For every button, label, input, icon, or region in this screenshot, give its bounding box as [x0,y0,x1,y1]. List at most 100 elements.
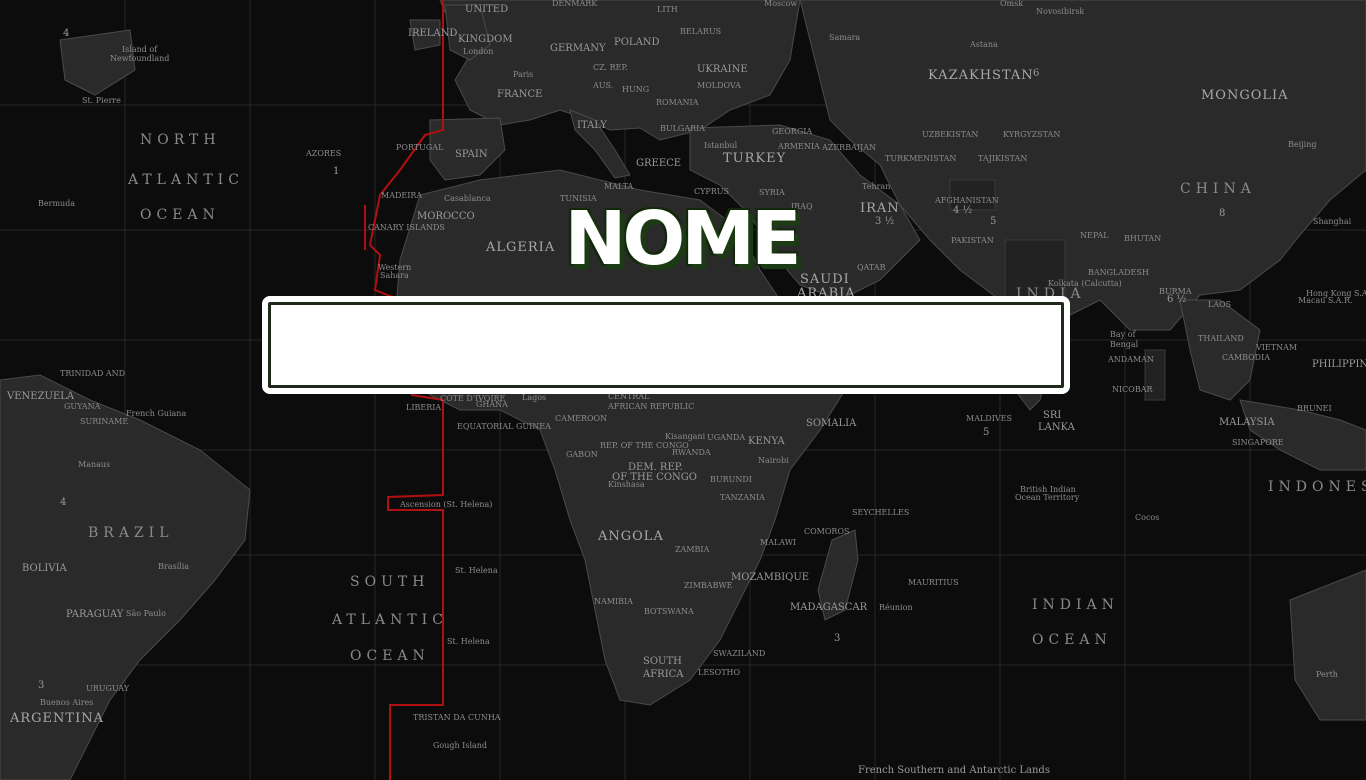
svg-text:RWANDA: RWANDA [672,448,711,457]
svg-text:NAMIBIA: NAMIBIA [594,597,633,606]
svg-text:Gough Island: Gough Island [433,741,487,750]
svg-text:St. Helena: St. Helena [447,637,490,646]
name-input[interactable] [262,296,1070,394]
svg-text:MOROCCO: MOROCCO [417,211,475,222]
svg-text:POLAND: POLAND [614,37,660,48]
svg-text:NICOBAR: NICOBAR [1112,385,1153,394]
svg-text:UNITED: UNITED [465,4,508,15]
svg-text:PORTUGAL: PORTUGAL [396,143,444,152]
title-banner: NOME [564,200,801,278]
svg-text:MOZAMBIQUE: MOZAMBIQUE [731,572,809,583]
svg-text:LESOTHO: LESOTHO [698,668,741,677]
svg-text:BOTSWANA: BOTSWANA [644,607,694,616]
svg-text:INDIAN: INDIAN [1032,597,1119,613]
svg-text:TURKEY: TURKEY [723,151,786,166]
svg-text:EQUATORIAL GUINEA: EQUATORIAL GUINEA [457,422,551,431]
svg-text:SPAIN: SPAIN [455,149,488,160]
svg-text:GERMANY: GERMANY [550,43,606,54]
svg-text:Cocos: Cocos [1135,513,1159,522]
svg-text:ATLANTIC: ATLANTIC [331,612,448,628]
svg-text:Tehran: Tehran [862,182,890,191]
svg-text:OCEAN: OCEAN [1032,632,1112,648]
svg-text:Brasília: Brasília [158,562,189,571]
svg-text:Istanbul: Istanbul [704,141,738,150]
svg-text:Kolkata (Calcutta): Kolkata (Calcutta) [1048,279,1122,288]
svg-text:Macau S.A.R.: Macau S.A.R. [1298,296,1353,305]
svg-text:BHUTAN: BHUTAN [1124,234,1161,243]
svg-text:St. Pierre: St. Pierre [82,96,121,105]
svg-text:SOUTH: SOUTH [643,656,682,667]
svg-text:GREECE: GREECE [636,158,681,169]
svg-text:LANKA: LANKA [1038,422,1076,433]
svg-text:BELARUS: BELARUS [680,27,721,36]
svg-text:St. Helena: St. Helena [455,566,498,575]
svg-text:GABON: GABON [566,450,598,459]
svg-text:TANZANIA: TANZANIA [720,493,765,502]
svg-text:ATLANTIC: ATLANTIC [127,172,244,188]
svg-text:TRISTAN DA CUNHA: TRISTAN DA CUNHA [413,713,501,722]
svg-text:ARMENIA: ARMENIA [777,142,820,151]
svg-text:Beijing: Beijing [1288,140,1316,149]
svg-text:MALAYSIA: MALAYSIA [1219,417,1275,428]
svg-text:GUYANA: GUYANA [64,402,101,411]
svg-text:Shanghai: Shanghai [1313,217,1352,226]
game-screen: NORTH ATLANTIC OCEAN SOUTH ATLANTIC OCEA… [0,0,1366,780]
svg-text:CAMEROON: CAMEROON [555,414,607,423]
svg-text:GHANA: GHANA [476,400,508,409]
svg-text:MALAWI: MALAWI [760,538,796,547]
svg-text:ROMANIA: ROMANIA [656,98,699,107]
svg-text:UKRAINE: UKRAINE [697,64,748,75]
svg-text:CYPRUS: CYPRUS [694,187,729,196]
svg-text:1: 1 [333,166,339,177]
svg-text:SOMALIA: SOMALIA [806,418,857,429]
svg-text:ALGERIA: ALGERIA [485,240,555,255]
svg-text:Casablanca: Casablanca [444,194,491,203]
svg-text:KINGDOM: KINGDOM [458,34,513,45]
svg-text:AFRICA: AFRICA [642,669,684,680]
svg-text:UGANDA: UGANDA [707,433,745,442]
svg-text:BOLIVIA: BOLIVIA [22,563,67,574]
svg-text:KAZAKHSTAN: KAZAKHSTAN [928,68,1034,83]
svg-text:HUNG: HUNG [622,85,649,94]
svg-text:LIBERIA: LIBERIA [406,403,441,412]
svg-text:MONGOLIA: MONGOLIA [1201,88,1289,103]
svg-text:DENMARK: DENMARK [552,0,598,8]
svg-text:AUS.: AUS. [592,81,613,90]
svg-text:TURKMENISTAN: TURKMENISTAN [885,154,956,163]
svg-text:TRINIDAD AND: TRINIDAD AND [60,369,125,378]
svg-text:Bengal: Bengal [1110,340,1139,349]
svg-text:Manaus: Manaus [78,460,110,469]
svg-text:5: 5 [983,427,989,438]
svg-text:3: 3 [834,633,840,644]
svg-text:LAOS: LAOS [1208,300,1231,309]
svg-text:ITALY: ITALY [577,120,607,131]
svg-text:MALDIVES: MALDIVES [966,414,1012,423]
svg-text:5: 5 [990,216,996,227]
svg-text:BURUNDI: BURUNDI [710,475,752,484]
svg-text:Newfoundland: Newfoundland [110,54,169,63]
svg-text:BRUNEI: BRUNEI [1297,404,1332,413]
svg-text:AZERBAIJAN: AZERBAIJAN [821,143,876,152]
svg-text:Kisangani: Kisangani [665,432,706,441]
svg-text:NORTH: NORTH [140,132,221,148]
svg-text:Moscow: Moscow [764,0,797,8]
svg-text:São Paulo: São Paulo [126,609,166,618]
svg-text:CAMBODIA: CAMBODIA [1222,353,1270,362]
svg-text:PHILIPPINES: PHILIPPINES [1312,359,1366,370]
svg-text:SURINAME: SURINAME [80,417,128,426]
svg-text:Omsk: Omsk [1000,0,1023,8]
svg-text:MOLDOVA: MOLDOVA [697,81,741,90]
screen-title: NOME [564,196,801,282]
svg-text:UZBEKISTAN: UZBEKISTAN [922,130,978,139]
svg-text:ANDAMAN: ANDAMAN [1107,355,1154,364]
svg-text:ZIMBABWE: ZIMBABWE [684,581,733,590]
svg-text:CZ. REP.: CZ. REP. [593,63,628,72]
svg-text:GEORGIA: GEORGIA [772,127,812,136]
svg-text:MADAGASCAR: MADAGASCAR [790,602,868,613]
svg-text:VIETNAM: VIETNAM [1255,343,1297,352]
svg-text:MAURITIUS: MAURITIUS [908,578,959,587]
svg-text:Kinshasa: Kinshasa [608,480,645,489]
svg-text:SRI: SRI [1043,410,1061,421]
svg-text:Astana: Astana [969,40,998,49]
svg-text:Lagos: Lagos [522,393,546,402]
